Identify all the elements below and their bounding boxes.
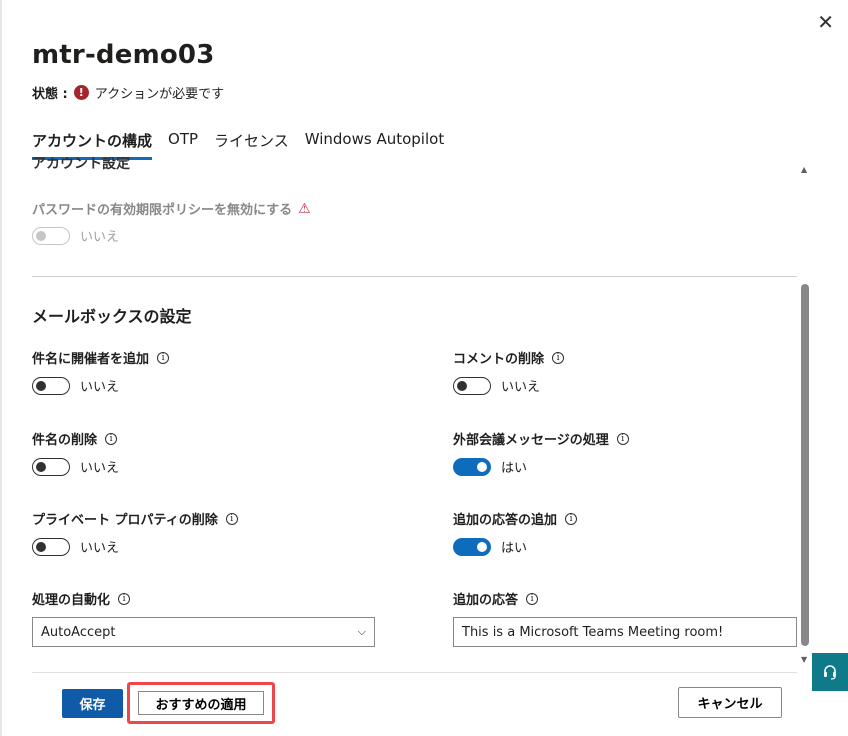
delete-private-label: プライベート プロパティの削除 i: [32, 509, 238, 528]
password-policy-label: パスワードの有効期限ポリシーを無効にする ⚠: [32, 200, 311, 219]
password-policy-toggle: [32, 226, 70, 245]
info-icon[interactable]: i: [616, 432, 629, 445]
status-text: アクションが必要です: [94, 87, 225, 102]
left-edge: [0, 0, 2, 736]
info-icon[interactable]: i: [105, 432, 118, 445]
delete-private-value: いいえ: [80, 541, 120, 556]
process-external-toggle[interactable]: [453, 457, 491, 476]
tab-windows-autopilot[interactable]: Windows Autopilot: [305, 130, 444, 160]
help-button[interactable]: [812, 653, 848, 691]
delete-comments-toggle[interactable]: [453, 376, 491, 395]
delete-comments-row: いいえ: [453, 376, 540, 395]
add-response-value: はい: [501, 541, 528, 556]
delete-subject-value: いいえ: [80, 461, 120, 476]
tab-otp[interactable]: OTP: [168, 130, 198, 160]
cancel-button[interactable]: キャンセル: [678, 687, 782, 718]
additional-response-label: 追加の応答 i: [453, 589, 539, 608]
add-response-row: はい: [453, 537, 527, 556]
password-policy-value: いいえ: [80, 230, 120, 245]
add-response-label: 追加の応答の追加 i: [453, 509, 578, 528]
tab-account-config[interactable]: アカウントの構成: [32, 130, 153, 160]
mailbox-section-title: メールボックスの設定: [32, 307, 192, 326]
delete-subject-label: 件名の削除 i: [32, 429, 118, 448]
save-button[interactable]: 保存: [62, 689, 123, 718]
add-organizer-toggle[interactable]: [32, 376, 70, 395]
footer-divider: [32, 672, 797, 673]
apply-recommended-button[interactable]: おすすめの適用: [138, 691, 264, 715]
delete-subject-row: いいえ: [32, 457, 119, 476]
add-organizer-row: いいえ: [32, 376, 119, 395]
add-response-toggle[interactable]: [453, 537, 491, 556]
headset-icon: [824, 665, 836, 680]
scrollbar-thumb[interactable]: [801, 284, 809, 646]
additional-response-input[interactable]: This is a Microsoft Teams Meeting room!: [453, 617, 797, 647]
delete-private-toggle[interactable]: [32, 537, 70, 556]
delete-private-row: いいえ: [32, 537, 119, 556]
delete-comments-value: いいえ: [501, 380, 541, 395]
process-external-row: はい: [453, 457, 527, 476]
page-title: mtr-demo03: [32, 40, 215, 70]
delete-subject-toggle[interactable]: [32, 457, 70, 476]
info-icon[interactable]: i: [565, 512, 578, 525]
additional-response-value: This is a Microsoft Teams Meeting room!: [462, 624, 724, 640]
error-icon: !: [73, 85, 89, 100]
automate-processing-select[interactable]: AutoAccept ⌵: [32, 617, 375, 647]
warning-icon: ⚠: [298, 200, 311, 217]
scroll-up-icon[interactable]: ▲: [801, 165, 807, 174]
delete-comments-label: コメントの削除 i: [453, 348, 565, 367]
add-organizer-label: 件名に開催者を追加 i: [32, 348, 170, 367]
info-icon[interactable]: i: [526, 592, 539, 605]
automate-processing-label: 処理の自動化 i: [32, 589, 131, 608]
scroll-down-icon[interactable]: ▼: [801, 655, 807, 664]
process-external-label: 外部会議メッセージの処理 i: [453, 429, 629, 448]
close-icon[interactable]: ✕: [817, 10, 834, 34]
chevron-down-icon: ⌵: [357, 625, 366, 638]
process-external-value: はい: [501, 461, 528, 476]
status-line: 状態 : ! アクションが必要です: [32, 83, 224, 102]
section-divider: [32, 276, 797, 277]
info-icon[interactable]: i: [118, 592, 131, 605]
tab-license[interactable]: ライセンス: [214, 130, 289, 160]
password-policy-row: いいえ: [32, 226, 119, 245]
info-icon[interactable]: i: [552, 351, 565, 364]
account-section-title: アカウント設定: [32, 157, 130, 170]
status-label: 状態 :: [32, 87, 68, 102]
info-icon[interactable]: i: [225, 512, 238, 525]
automate-processing-value: AutoAccept: [41, 624, 116, 640]
tab-bar: アカウントの構成 OTP ライセンス Windows Autopilot: [32, 130, 460, 160]
info-icon[interactable]: i: [157, 351, 170, 364]
add-organizer-value: いいえ: [80, 380, 120, 395]
